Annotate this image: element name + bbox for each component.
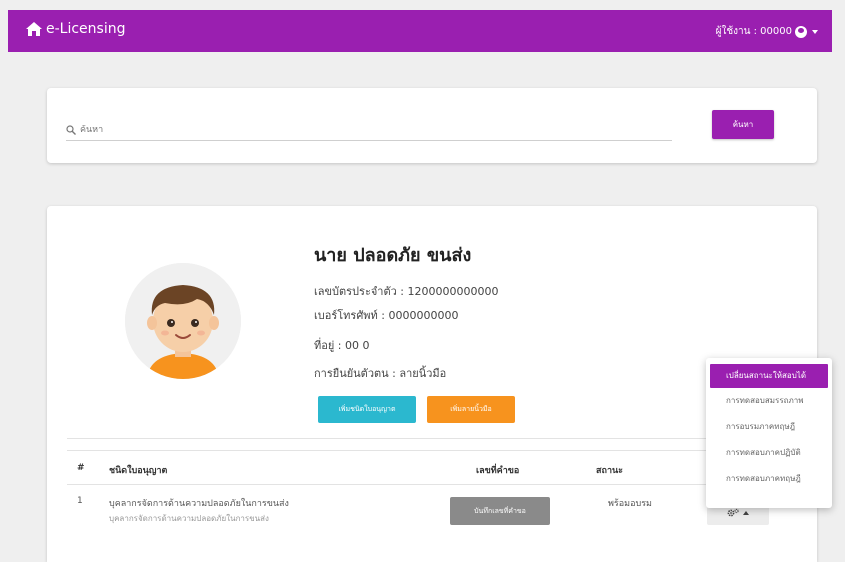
search-icon [66, 125, 76, 135]
id-card-number: เลขบัตรประจำตัว : 1200000000000 [314, 285, 499, 298]
add-license-type-button[interactable]: เพิ่มชนิดใบอนุญาต [318, 396, 416, 423]
top-navbar: e-Licensing ผู้ใช้งาน : 00000 [8, 10, 832, 52]
chevron-up-icon [743, 510, 749, 515]
brand-link[interactable]: e-Licensing [26, 21, 125, 37]
license-type-subtitle: บุคลากรจัดการด้านความปลอดภัยในการขนส่ง [109, 514, 269, 523]
divider [67, 484, 803, 485]
brand-label: e-Licensing [46, 21, 126, 37]
phone-number: เบอร์โทรศัพท์ : 0000000000 [314, 309, 459, 322]
divider [67, 438, 803, 439]
address: ที่อยู่ : 00 0 [314, 339, 370, 352]
profile-card: นาย ปลอดภัย ขนส่ง เลขบัตรประจำตัว : 1200… [47, 206, 817, 562]
verification-method: การยืนยันตัวตน : ลายนิ้วมือ [314, 367, 447, 380]
user-circle-icon [795, 25, 807, 38]
save-request-number-button[interactable]: บันทึกเลขที่คำขอ [450, 497, 550, 525]
person-name: นาย ปลอดภัย ขนส่ง [314, 245, 472, 266]
menu-item-fitness-test[interactable]: การทดสอบสมรรถภาพ [706, 388, 832, 414]
row-number: 1 [77, 496, 83, 506]
avatar [125, 263, 241, 379]
status-text: พร้อมอบรม [608, 499, 652, 509]
menu-item-theory-training[interactable]: การอบรมภาคทฤษฎี [706, 414, 832, 440]
cogs-icon [727, 508, 739, 516]
home-icon [26, 22, 42, 36]
user-label: ผู้ใช้งาน : 00000 [715, 26, 792, 37]
column-header-license-type: ชนิดใบอนุญาต [109, 466, 168, 476]
menu-item-practical-test[interactable]: การทดสอบภาคปฏิบัติ [706, 440, 832, 466]
menu-item-change-status-to-exam[interactable]: เปลี่ยนสถานะให้สอบได้ [710, 364, 828, 388]
search-card: ค้นหา [47, 88, 817, 163]
column-header-number: # [77, 463, 85, 473]
chevron-down-icon [812, 29, 818, 34]
add-fingerprint-button[interactable]: เพิ่มลายนิ้วมือ [427, 396, 515, 423]
divider [67, 450, 803, 451]
actions-dropdown-menu: เปลี่ยนสถานะให้สอบได้ การทดสอบสมรรถภาพ ก… [706, 358, 832, 508]
user-menu[interactable]: ผู้ใช้งาน : 00000 [716, 24, 818, 39]
menu-item-theory-test[interactable]: การทดสอบภาคทฤษฎี [706, 466, 832, 492]
column-header-status: สถานะ [596, 466, 623, 476]
column-header-request-number: เลขที่คำขอ [476, 466, 520, 476]
search-field [66, 120, 672, 141]
search-button[interactable]: ค้นหา [712, 110, 774, 139]
search-input[interactable] [80, 125, 640, 135]
license-type-name: บุคลากรจัดการด้านความปลอดภัยในการขนส่ง [109, 499, 289, 509]
